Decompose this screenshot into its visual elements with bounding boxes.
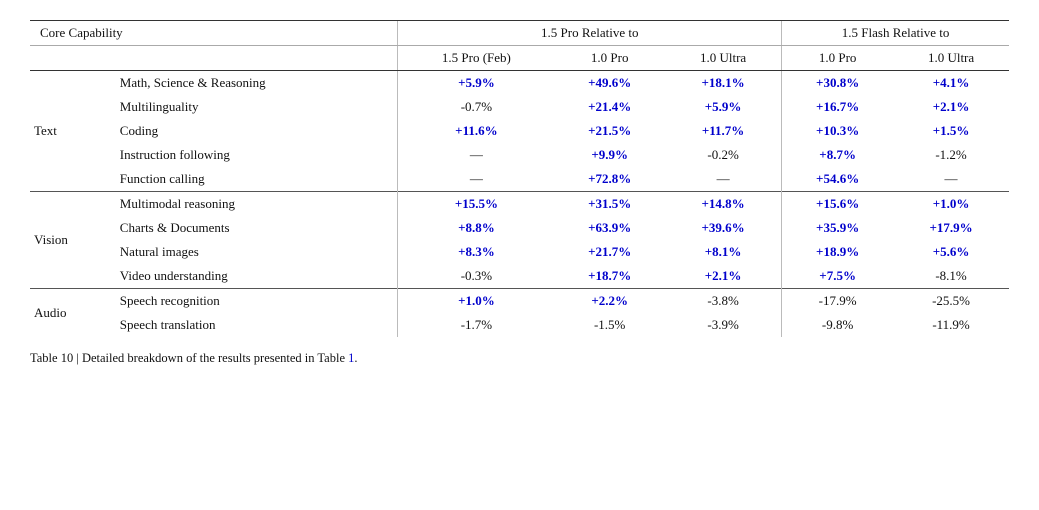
data-cell: -3.9% [665, 313, 782, 337]
data-cell: +18.9% [782, 240, 893, 264]
data-cell: +8.8% [398, 216, 555, 240]
data-cell: +54.6% [782, 167, 893, 192]
data-cell: — [665, 167, 782, 192]
data-cell: +2.1% [893, 95, 1009, 119]
group-label-vision: Vision [30, 192, 114, 289]
pro-relative-header: 1.5 Pro Relative to [398, 21, 782, 46]
data-cell: +72.8% [554, 167, 665, 192]
data-cell: +1.0% [398, 289, 555, 314]
capability-label: Multimodal reasoning [114, 192, 398, 217]
data-cell: +17.9% [893, 216, 1009, 240]
data-cell: -1.2% [893, 143, 1009, 167]
data-cell: +7.5% [782, 264, 893, 289]
table-row: AudioSpeech recognition+1.0%+2.2%-3.8%-1… [30, 289, 1009, 314]
data-cell: +30.8% [782, 71, 893, 96]
table-row: Natural images+8.3%+21.7%+8.1%+18.9%+5.6… [30, 240, 1009, 264]
header-row-sub: 1.5 Pro (Feb) 1.0 Pro 1.0 Ultra 1.0 Pro … [30, 46, 1009, 71]
data-cell: +5.9% [665, 95, 782, 119]
data-cell: +1.0% [893, 192, 1009, 217]
subheader-1-ultra: 1.0 Ultra [665, 46, 782, 71]
capability-label: Charts & Documents [114, 216, 398, 240]
data-cell: +2.2% [554, 289, 665, 314]
data-cell: -3.8% [665, 289, 782, 314]
capability-label: Function calling [114, 167, 398, 192]
data-cell: +15.5% [398, 192, 555, 217]
data-cell: — [398, 143, 555, 167]
subheader-flash-pro: 1.0 Pro [782, 46, 893, 71]
table-ref-link[interactable]: 1 [348, 351, 354, 365]
data-cell: -8.1% [893, 264, 1009, 289]
data-cell: +35.9% [782, 216, 893, 240]
table-row: Function calling—+72.8%—+54.6%— [30, 167, 1009, 192]
data-cell: +18.7% [554, 264, 665, 289]
subheader-1-pro: 1.0 Pro [554, 46, 665, 71]
data-cell: +8.3% [398, 240, 555, 264]
data-cell: -9.8% [782, 313, 893, 337]
data-cell: +18.1% [665, 71, 782, 96]
table-row: Video understanding-0.3%+18.7%+2.1%+7.5%… [30, 264, 1009, 289]
capability-label: Coding [114, 119, 398, 143]
subheader-pro-feb: 1.5 Pro (Feb) [398, 46, 555, 71]
core-capability-header: Core Capability [30, 21, 398, 46]
data-cell: +39.6% [665, 216, 782, 240]
data-cell: -11.9% [893, 313, 1009, 337]
table-container: Core Capability 1.5 Pro Relative to 1.5 … [30, 20, 1009, 366]
data-cell: +14.8% [665, 192, 782, 217]
capability-label: Speech translation [114, 313, 398, 337]
table-row: Multilinguality-0.7%+21.4%+5.9%+16.7%+2.… [30, 95, 1009, 119]
data-cell: -1.7% [398, 313, 555, 337]
data-cell: +49.6% [554, 71, 665, 96]
capability-label: Instruction following [114, 143, 398, 167]
capability-label: Speech recognition [114, 289, 398, 314]
table-row: TextMath, Science & Reasoning+5.9%+49.6%… [30, 71, 1009, 96]
data-cell: +11.7% [665, 119, 782, 143]
capability-label: Video understanding [114, 264, 398, 289]
data-cell: -0.7% [398, 95, 555, 119]
data-cell: +15.6% [782, 192, 893, 217]
data-cell: -0.2% [665, 143, 782, 167]
data-cell: +21.7% [554, 240, 665, 264]
data-cell: +4.1% [893, 71, 1009, 96]
data-cell: +8.1% [665, 240, 782, 264]
data-cell: — [893, 167, 1009, 192]
data-cell: +5.6% [893, 240, 1009, 264]
data-cell: +31.5% [554, 192, 665, 217]
empty-subheader [30, 46, 398, 71]
capability-label: Multilinguality [114, 95, 398, 119]
capability-label: Natural images [114, 240, 398, 264]
data-cell: +21.5% [554, 119, 665, 143]
data-cell: +5.9% [398, 71, 555, 96]
data-cell: +9.9% [554, 143, 665, 167]
capability-label: Math, Science & Reasoning [114, 71, 398, 96]
data-cell: +63.9% [554, 216, 665, 240]
table-row: Coding+11.6%+21.5%+11.7%+10.3%+1.5% [30, 119, 1009, 143]
table-row: Charts & Documents+8.8%+63.9%+39.6%+35.9… [30, 216, 1009, 240]
data-cell: +8.7% [782, 143, 893, 167]
data-cell: +10.3% [782, 119, 893, 143]
data-cell: +1.5% [893, 119, 1009, 143]
data-cell: +2.1% [665, 264, 782, 289]
group-label-text: Text [30, 71, 114, 192]
data-cell: +21.4% [554, 95, 665, 119]
data-cell: +11.6% [398, 119, 555, 143]
data-cell: -17.9% [782, 289, 893, 314]
results-table: Core Capability 1.5 Pro Relative to 1.5 … [30, 20, 1009, 337]
data-cell: +16.7% [782, 95, 893, 119]
table-row: VisionMultimodal reasoning+15.5%+31.5%+1… [30, 192, 1009, 217]
subheader-flash-ultra: 1.0 Ultra [893, 46, 1009, 71]
data-cell: -1.5% [554, 313, 665, 337]
table-caption: Table 10 | Detailed breakdown of the res… [30, 351, 1009, 366]
group-label-audio: Audio [30, 289, 114, 338]
header-row-top: Core Capability 1.5 Pro Relative to 1.5 … [30, 21, 1009, 46]
table-row: Speech translation-1.7%-1.5%-3.9%-9.8%-1… [30, 313, 1009, 337]
flash-relative-header: 1.5 Flash Relative to [782, 21, 1009, 46]
data-cell: — [398, 167, 555, 192]
table-row: Instruction following—+9.9%-0.2%+8.7%-1.… [30, 143, 1009, 167]
data-cell: -0.3% [398, 264, 555, 289]
data-cell: -25.5% [893, 289, 1009, 314]
